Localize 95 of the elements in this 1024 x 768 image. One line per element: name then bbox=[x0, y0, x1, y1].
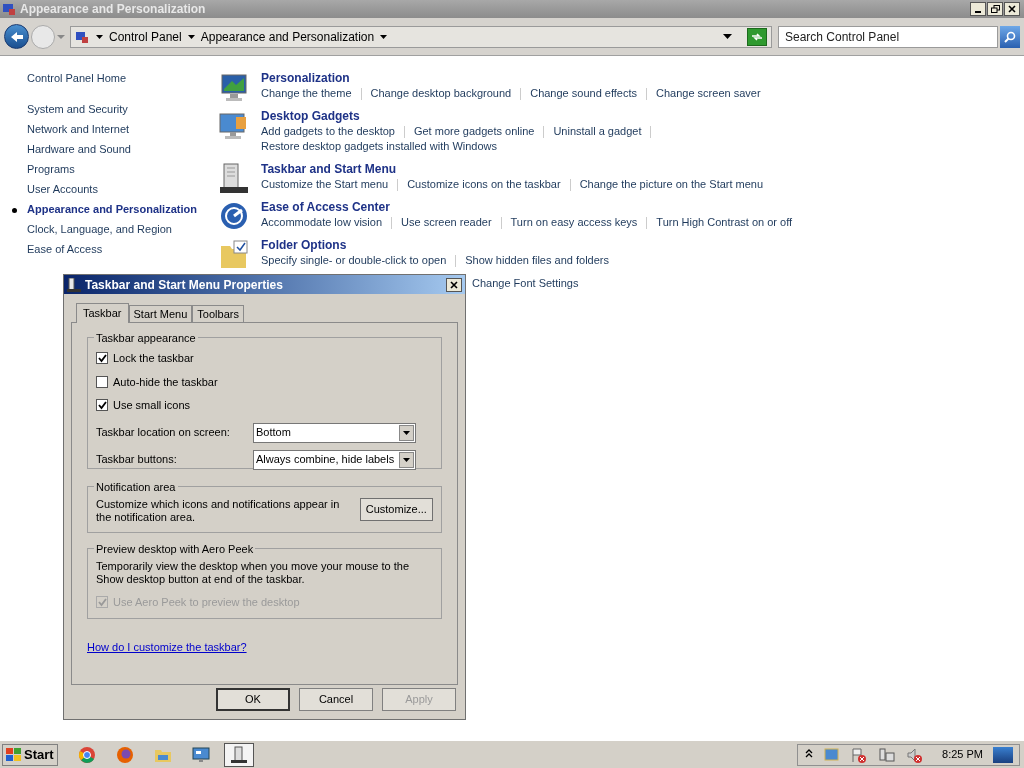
dropdown[interactable]: Always combine, hide labels bbox=[253, 449, 416, 470]
description-text: Temporarily view the desktop when you move your mouse to the Show desktop button at end of the taskbar. bbox=[96, 560, 411, 586]
task-link[interactable]: Uninstall a gadget bbox=[553, 124, 642, 139]
category-title[interactable]: Folder Options bbox=[261, 238, 347, 253]
search-icon bbox=[1004, 30, 1016, 43]
help-link[interactable]: How do I customize the taskbar? bbox=[87, 639, 247, 656]
sidebar-link[interactable]: Programs bbox=[27, 163, 197, 176]
sidebar-link[interactable]: Clock, Language, and Region bbox=[27, 223, 197, 236]
task-link[interactable]: Restore desktop gadgets installed with Windows bbox=[261, 139, 497, 154]
monitor-icon bbox=[190, 744, 211, 765]
task-link[interactable]: Change sound effects bbox=[530, 86, 637, 101]
task-link[interactable]: Change Font Settings bbox=[472, 276, 579, 291]
sidebar-link[interactable]: Network and Internet bbox=[27, 123, 197, 136]
network-icon[interactable] bbox=[878, 746, 897, 763]
taskbar-icon bbox=[218, 162, 250, 194]
refresh-arrows-icon bbox=[751, 31, 763, 42]
flag-error-icon[interactable] bbox=[850, 746, 869, 763]
task-link[interactable]: Change desktop background bbox=[370, 86, 512, 101]
task-link[interactable]: Add gadgets to the desktop bbox=[261, 124, 395, 139]
sidebar-link[interactable]: Appearance and Personalization bbox=[27, 203, 197, 216]
dialog-title: Taskbar and Start Menu Properties bbox=[85, 276, 284, 294]
task-link[interactable]: Change screen saver bbox=[656, 86, 761, 101]
tab[interactable]: Toolbars bbox=[192, 305, 244, 322]
dialog-button[interactable]: OK bbox=[216, 688, 290, 711]
show-desktop-button[interactable] bbox=[993, 746, 1013, 763]
checkbox[interactable] bbox=[96, 399, 108, 412]
dialog-button: Apply bbox=[382, 688, 456, 711]
speaker-muted-icon[interactable] bbox=[906, 746, 925, 763]
sidebar-link[interactable]: Hardware and Sound bbox=[27, 143, 197, 156]
start-button[interactable]: Start bbox=[2, 743, 58, 766]
dialog-button[interactable]: Cancel bbox=[299, 688, 373, 711]
task-link[interactable]: Customize icons on the taskbar bbox=[407, 177, 561, 192]
restore-button[interactable] bbox=[987, 2, 1003, 16]
task-link[interactable]: Accommodate low vision bbox=[261, 215, 383, 230]
task-link[interactable]: Show hidden files and folders bbox=[465, 253, 609, 268]
close-button[interactable] bbox=[446, 277, 462, 292]
customize-button[interactable]: Customize... bbox=[359, 498, 433, 521]
taskbar-icon bbox=[67, 277, 81, 292]
search-field[interactable]: Search Control Panel bbox=[778, 25, 998, 48]
browser-icon bbox=[114, 744, 135, 765]
close-button[interactable] bbox=[1004, 2, 1020, 16]
task-link[interactable]: Turn High Contrast on or off bbox=[656, 215, 793, 230]
search-button[interactable] bbox=[1000, 25, 1020, 48]
breadcrumb-item[interactable]: Control Panel bbox=[109, 27, 182, 46]
refresh-button[interactable] bbox=[747, 27, 767, 46]
breadcrumb-arrow-icon[interactable] bbox=[96, 34, 103, 39]
task-link[interactable]: Change the theme bbox=[261, 86, 352, 101]
task-link[interactable]: Get more gadgets online bbox=[413, 124, 535, 139]
control-panel-icon bbox=[75, 29, 89, 44]
monitor-icon bbox=[218, 71, 250, 103]
category-title[interactable]: Taskbar and Start Menu bbox=[261, 162, 397, 177]
close-icon bbox=[1008, 5, 1016, 13]
task-link[interactable]: Change the picture on the Start menu bbox=[579, 177, 764, 192]
accessibility-icon bbox=[218, 200, 250, 232]
taskbar-icon bbox=[228, 744, 249, 765]
dropdown[interactable]: Bottom bbox=[253, 422, 416, 443]
checkbox-label: Use small icons bbox=[113, 398, 191, 413]
breadcrumb-item[interactable]: Appearance and Personalization bbox=[200, 27, 375, 46]
checkbox[interactable] bbox=[96, 352, 108, 365]
minimize-button[interactable] bbox=[970, 2, 986, 16]
sidebar-link[interactable]: User Accounts bbox=[27, 183, 197, 196]
tab[interactable]: Taskbar bbox=[76, 303, 129, 323]
address-field[interactable]: Control Panel Appearance and Personalization bbox=[70, 25, 772, 48]
window-title: Appearance and Personalization bbox=[20, 1, 207, 18]
breadcrumb-arrow-icon[interactable] bbox=[380, 34, 388, 39]
folder-icon bbox=[218, 238, 250, 270]
minimize-icon bbox=[975, 11, 981, 13]
taskbar-button[interactable] bbox=[223, 742, 254, 767]
close-icon bbox=[450, 280, 458, 289]
category-title[interactable]: Ease of Access Center bbox=[261, 200, 390, 215]
back-button[interactable] bbox=[4, 24, 29, 49]
windows-logo-icon bbox=[6, 747, 22, 762]
tab[interactable]: Start Menu bbox=[128, 305, 193, 322]
category-title[interactable]: Desktop Gadgets bbox=[261, 109, 360, 124]
control-panel-icon bbox=[2, 2, 16, 16]
clock-time: 8:25 PM bbox=[942, 747, 983, 763]
sidebar-link[interactable]: Control Panel Home bbox=[12, 71, 218, 86]
browser-icon bbox=[76, 744, 97, 765]
category-title[interactable]: Personalization bbox=[261, 71, 350, 86]
checkbox[interactable] bbox=[96, 375, 108, 388]
field-label: Taskbar location on screen: bbox=[96, 425, 231, 441]
field-label: Taskbar buttons: bbox=[96, 452, 178, 468]
breadcrumb-arrow-icon[interactable] bbox=[187, 34, 195, 39]
sidebar-link[interactable]: System and Security bbox=[27, 103, 197, 116]
checkbox-label: Lock the taskbar bbox=[113, 351, 194, 366]
checkbox-label: Auto-hide the taskbar bbox=[113, 374, 218, 390]
back-arrow-icon bbox=[9, 30, 24, 43]
task-link[interactable]: Turn on easy access keys bbox=[510, 215, 638, 230]
task-link[interactable]: Customize the Start menu bbox=[261, 177, 389, 192]
description-text: Customize which icons and notifications appear in the notification area. bbox=[96, 498, 341, 524]
task-link[interactable]: Specify single- or double-click to open bbox=[261, 253, 447, 268]
dropdown-arrow-icon[interactable] bbox=[723, 34, 732, 39]
task-link[interactable]: Use screen reader bbox=[401, 215, 492, 230]
restore-icon bbox=[990, 5, 1000, 13]
sidebar-link[interactable]: Ease of Access bbox=[27, 243, 197, 256]
